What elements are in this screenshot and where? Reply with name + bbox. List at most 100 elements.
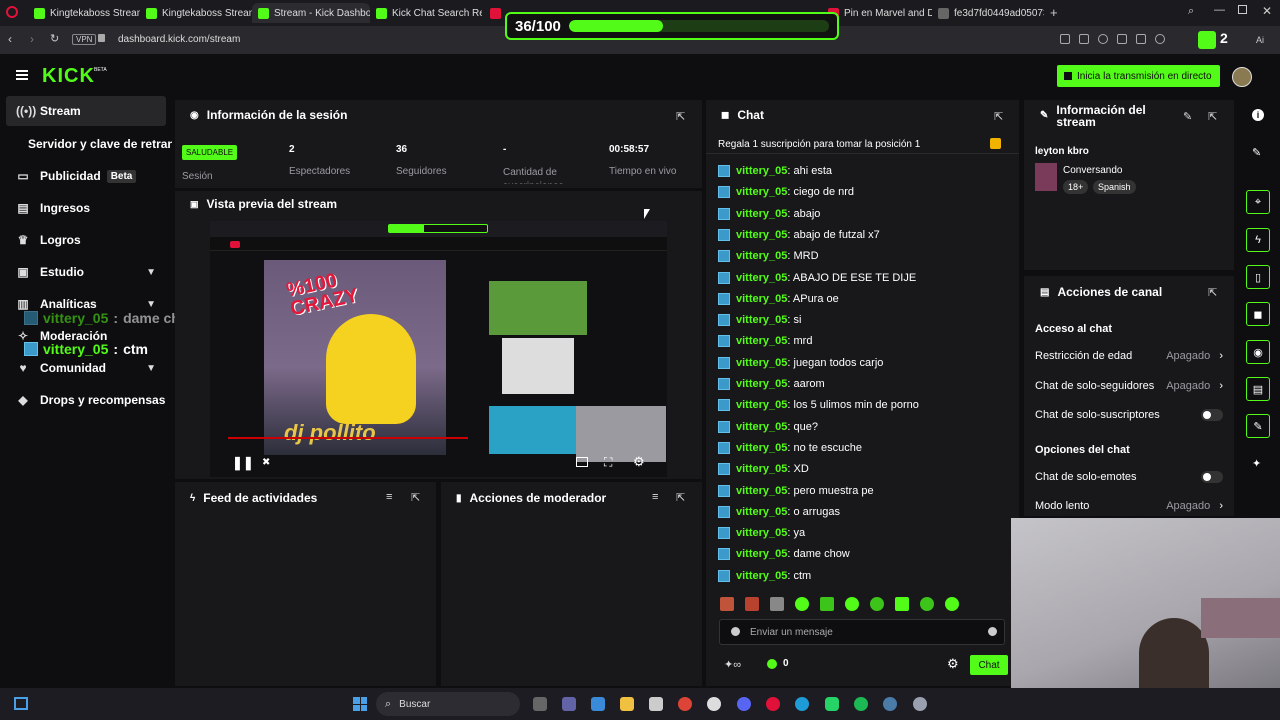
stream-preview-video[interactable]: %100 CRAZY dj pollito ❚❚ ✖ ⛶ ⚙ — [210, 221, 667, 477]
chat-username[interactable]: vittery_05 — [736, 506, 787, 518]
pause-icon[interactable]: ❚❚ — [232, 455, 254, 471]
toggle-switch[interactable] — [1201, 471, 1223, 483]
chat-username[interactable]: vittery_05 — [736, 527, 787, 539]
emote-bar[interactable] — [720, 597, 1010, 613]
chat-username[interactable]: vittery_05 — [736, 208, 787, 220]
minimize-icon[interactable]: — — [1214, 4, 1225, 16]
rail-channel-icon[interactable]: ▤ — [1246, 377, 1270, 401]
emote-icon[interactable] — [720, 597, 734, 611]
pip-icon[interactable] — [576, 457, 588, 467]
setting-age-restriction[interactable]: Restricción de edad Apagado › — [1035, 346, 1223, 366]
chat-username[interactable]: vittery_05 — [736, 357, 787, 369]
forward-icon[interactable]: › — [30, 32, 34, 46]
emote-icon[interactable] — [845, 597, 859, 611]
chat-username[interactable]: vittery_05 — [736, 548, 787, 560]
fullscreen-icon[interactable]: ⛶ — [604, 455, 612, 470]
taskview-icon[interactable] — [533, 697, 547, 711]
chat-message[interactable]: vittery_05: abajo — [718, 205, 820, 223]
sidebar-item-community[interactable]: ♥ Comunidad ▼ — [6, 353, 166, 383]
chat-message[interactable]: vittery_05: mrd — [718, 332, 812, 350]
opera-logo-icon[interactable] — [6, 6, 18, 18]
close-window-icon[interactable]: ✕ — [1262, 4, 1272, 18]
chat-username[interactable]: vittery_05 — [736, 165, 787, 177]
emote-icon[interactable] — [920, 597, 934, 611]
chat-username[interactable]: vittery_05 — [736, 272, 787, 284]
edit-icon[interactable]: ✎ — [1183, 110, 1192, 123]
chat-username[interactable]: vittery_05 — [736, 570, 787, 582]
gift-sub-banner[interactable]: Regala 1 suscripción para tomar la posic… — [706, 134, 1019, 154]
chat-message[interactable]: vittery_05: MRD — [718, 247, 819, 265]
discord-icon[interactable] — [737, 697, 751, 711]
sidebar-item-stream[interactable]: ((•)) Stream — [6, 96, 166, 126]
chat-username[interactable]: vittery_05 — [736, 421, 787, 433]
browser-tab[interactable]: Kick Chat Search Results — [370, 3, 482, 23]
show-desktop-icon[interactable] — [14, 697, 28, 710]
taskbar-search[interactable]: ⌕ Buscar — [376, 692, 520, 716]
github-icon[interactable] — [707, 697, 721, 711]
store-icon[interactable] — [649, 697, 663, 711]
setting-subscribers-only[interactable]: Chat de solo-suscriptores — [1035, 405, 1223, 425]
rail-broadcast-icon[interactable]: ◉ — [1246, 340, 1270, 364]
back-icon[interactable]: ‹ — [8, 32, 12, 46]
chat-username[interactable]: vittery_05 — [736, 399, 787, 411]
chat-settings-icon[interactable]: ⚙ — [947, 656, 959, 672]
teams-icon[interactable] — [562, 697, 576, 711]
chat-username[interactable]: vittery_05 — [736, 250, 787, 262]
browser-tab[interactable] — [484, 3, 504, 23]
chat-message[interactable]: vittery_05: dame chow — [718, 545, 850, 563]
windows-start-icon[interactable] — [353, 697, 367, 711]
chat-username[interactable]: vittery_05 — [736, 314, 787, 326]
browser-toolbar-icons[interactable] — [1060, 34, 1190, 46]
chat-username[interactable]: vittery_05 — [736, 485, 787, 497]
chat-username[interactable]: vittery_05 — [736, 293, 787, 305]
settings-icon[interactable]: ⚙ — [633, 454, 645, 470]
chat-message[interactable]: vittery_05: que? — [718, 418, 818, 436]
rail-focus-icon[interactable]: ⌖ — [1246, 190, 1270, 214]
emote-icon[interactable] — [870, 597, 884, 611]
chat-send-button[interactable]: Chat — [970, 655, 1008, 675]
extension-counter-icon[interactable]: 2 — [1220, 30, 1228, 46]
sidebar-item-server-key[interactable]: Servidor y clave de retransmisión — [6, 129, 172, 159]
info-icon[interactable]: i — [1252, 109, 1264, 121]
emote-icon[interactable] — [795, 597, 809, 611]
ai-icon[interactable]: Ai — [1256, 35, 1264, 45]
rail-lightning-icon[interactable]: ϟ — [1246, 228, 1270, 252]
new-tab-icon[interactable]: + — [1050, 5, 1058, 20]
go-live-button[interactable]: Inicia la transmisión en directo — [1057, 65, 1220, 87]
filter-icon[interactable]: ≡ — [652, 491, 658, 503]
copilot-icon[interactable] — [591, 697, 605, 711]
edge-icon[interactable] — [795, 697, 809, 711]
chat-message[interactable]: vittery_05: XD — [718, 460, 809, 478]
chat-message[interactable]: vittery_05: ahi esta — [718, 162, 832, 180]
kick-logo[interactable]: KICK — [42, 65, 95, 88]
opera-icon[interactable] — [766, 697, 780, 711]
expand-icon[interactable]: ⇱ — [1208, 110, 1217, 123]
chat-message[interactable]: vittery_05: ABAJO DE ESE TE DIJE — [718, 269, 916, 287]
chat-username[interactable]: vittery_05 — [736, 229, 787, 241]
chat-message[interactable]: vittery_05: los 5 ulimos min de porno — [718, 396, 919, 414]
steam-icon[interactable] — [883, 697, 897, 711]
search-tabs-icon[interactable]: ⌕ — [1188, 5, 1194, 18]
url-field[interactable]: dashboard.kick.com/stream — [118, 34, 240, 45]
whatsapp-icon[interactable] — [825, 697, 839, 711]
chat-message[interactable]: vittery_05: ciego de nrd — [718, 183, 854, 201]
pencil-icon[interactable]: ✎ — [1252, 146, 1261, 159]
chat-message[interactable]: vittery_05: juegan todos carjo — [718, 354, 883, 372]
settings-app-icon[interactable] — [913, 697, 927, 711]
sidebar-item-income[interactable]: ▤ Ingresos — [6, 193, 166, 223]
extension-kick-icon[interactable] — [1198, 31, 1216, 49]
vpn-badge[interactable]: VPN — [72, 34, 97, 45]
expand-icon[interactable]: ⇱ — [1208, 286, 1217, 299]
setting-slow-mode[interactable]: Modo lento Apagado › — [1035, 496, 1223, 516]
emote-icon[interactable] — [945, 597, 959, 611]
chat-username[interactable]: vittery_05 — [736, 442, 787, 454]
emote-icon[interactable] — [770, 597, 784, 611]
chat-username[interactable]: vittery_05 — [736, 186, 787, 198]
spotify-icon[interactable] — [854, 697, 868, 711]
chat-message[interactable]: vittery_05: o arrugas — [718, 503, 840, 521]
sidebar-item-ads[interactable]: ▭ Publicidad Beta — [6, 161, 166, 191]
rail-chat-icon[interactable]: ◼ — [1246, 302, 1270, 326]
setting-emotes-only[interactable]: Chat de solo-emotes — [1035, 467, 1223, 487]
sidebar-item-achievements[interactable]: ♛ Logros — [6, 225, 166, 255]
browser-tab[interactable]: Kingtekaboss Stream - Wi — [28, 3, 140, 23]
